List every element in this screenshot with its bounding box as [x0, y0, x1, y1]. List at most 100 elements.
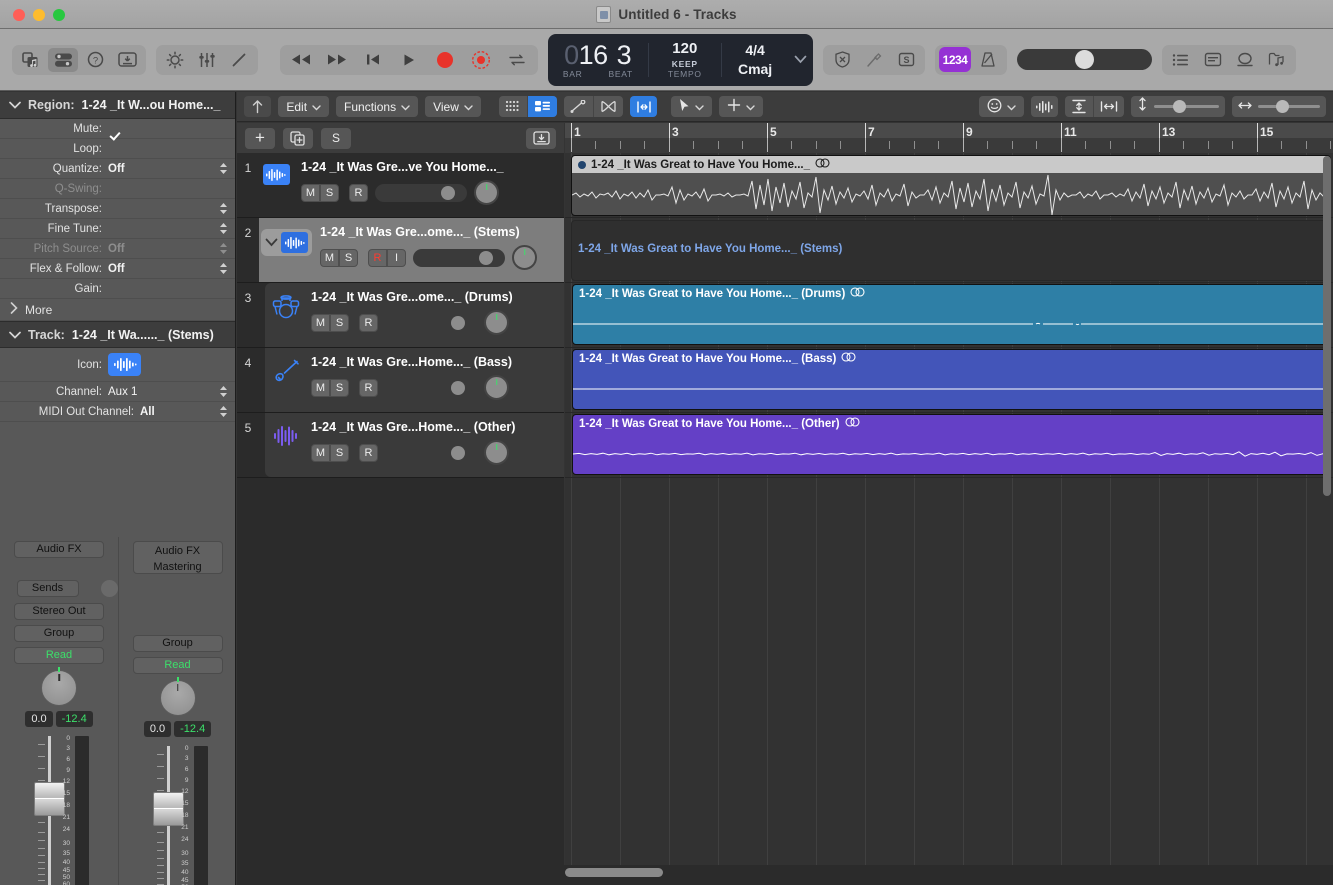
region-header[interactable]: 1-24 _It Was Great to Have You Home..._ …: [573, 285, 1329, 302]
volume-fader-master[interactable]: [152, 746, 184, 885]
toolbar-icon[interactable]: [112, 48, 142, 72]
rewind-icon[interactable]: [284, 47, 318, 73]
track-header-3[interactable]: 3 1-24 _It Was Gre...ome..._ (Drums) M S: [237, 283, 564, 348]
region-param-quantize[interactable]: Quantize: Off: [0, 159, 235, 179]
mute-button[interactable]: M: [311, 313, 330, 332]
zoom-horizontal-slider[interactable]: [1231, 96, 1326, 117]
lcd-display[interactable]: 016 3 BAR BEAT 120 KEEP TEMPO 4/4 Cmaj: [548, 33, 813, 86]
region-header[interactable]: 1-24 _It Was Great to Have You Home..._: [572, 156, 1330, 173]
inspector-icon[interactable]: [48, 47, 78, 72]
chevron-right-icon[interactable]: [10, 302, 18, 317]
solo-button[interactable]: S: [339, 248, 358, 267]
solo-all-button[interactable]: S: [321, 127, 351, 149]
track-pan-knob[interactable]: [484, 310, 509, 335]
horizontal-scroll-thumb[interactable]: [565, 868, 663, 877]
record-enable-button[interactable]: R: [359, 313, 378, 332]
functions-menu[interactable]: Functions: [336, 96, 419, 117]
metronome-icon[interactable]: [973, 48, 1003, 72]
zoom-vertical-knob[interactable]: [1173, 100, 1187, 113]
track-body[interactable]: 1-24 _It Was Gre...ome..._ (Drums) M S R: [265, 283, 564, 347]
edit-menu[interactable]: Edit: [278, 96, 330, 117]
waveform-icon[interactable]: [108, 353, 141, 376]
region-param-gain[interactable]: Gain:: [0, 279, 235, 299]
audio-fx-slot[interactable]: Audio FX: [14, 541, 104, 558]
snap-to-grid-icon[interactable]: [630, 96, 658, 117]
track-icon-container[interactable]: [269, 355, 303, 385]
volume-fader[interactable]: [34, 736, 65, 885]
track-body[interactable]: 1-24 _It Was Gre...Home..._ (Bass) M S R: [265, 348, 564, 412]
track-header-4[interactable]: 4 1-24 _It Was Gre...Home..._ (Bass) M S: [237, 348, 564, 413]
marquee-tool[interactable]: [719, 96, 764, 117]
view-menu[interactable]: View: [425, 96, 481, 117]
cycle-icon[interactable]: [500, 47, 534, 73]
track-volume-knob[interactable]: [441, 185, 455, 200]
waveform-icon[interactable]: [262, 164, 290, 185]
send-knob[interactable]: [101, 580, 118, 597]
solo-off-icon[interactable]: [827, 48, 857, 72]
track-pan-knob[interactable]: [512, 245, 537, 270]
snap-icon[interactable]: S: [891, 48, 921, 72]
track-icon-container[interactable]: [269, 420, 303, 448]
arrange-area[interactable]: 1-24 _It Was Great to Have You Home..._ …: [565, 153, 1333, 865]
track-name[interactable]: 1-24 _It Was Gre...ve You Home..._: [301, 160, 556, 174]
track-pan-knob[interactable]: [484, 440, 509, 465]
region-header[interactable]: 1-24 _It Was Great to Have You Home..._ …: [573, 415, 1329, 432]
vertical-scrollbar[interactable]: [1323, 156, 1331, 496]
group-slot-master[interactable]: Group: [132, 635, 223, 652]
group-slot[interactable]: Group: [14, 625, 104, 642]
track-volume-slider[interactable]: [375, 183, 467, 202]
input-monitor-button[interactable]: I: [387, 248, 406, 267]
stepper-icon[interactable]: [218, 261, 229, 276]
region-param-mute[interactable]: Mute:: [0, 119, 235, 139]
list-editors-icon[interactable]: [1166, 48, 1196, 72]
vertical-scroll-thumb[interactable]: [1323, 156, 1331, 496]
record-icon[interactable]: [428, 47, 462, 73]
lcd-tempo[interactable]: 120 KEEP TEMPO: [649, 34, 721, 86]
sends-slot[interactable]: Sends: [16, 580, 79, 597]
add-track-button[interactable]: +: [245, 127, 275, 149]
track-volume-knob[interactable]: [451, 315, 465, 330]
tuner-icon[interactable]: [859, 48, 889, 72]
track-icon-container[interactable]: [269, 290, 303, 320]
track-volume-knob[interactable]: [451, 445, 465, 460]
mute-button[interactable]: M: [320, 248, 339, 267]
region-inspector-header[interactable]: Region: 1-24 _It W...ou Home..._: [0, 92, 235, 119]
fit-vertical-icon[interactable]: [1065, 96, 1095, 117]
track-header-5[interactable]: 5 1-24 _It Was Gre...Home..._ (Other) M …: [237, 413, 564, 478]
audio-region-other[interactable]: 1-24 _It Was Great to Have You Home..._ …: [572, 414, 1330, 475]
audio-region-1[interactable]: 1-24 _It Was Great to Have You Home..._: [571, 155, 1331, 216]
zoom-vertical-slider[interactable]: [1130, 96, 1225, 117]
track-name[interactable]: 1-24 _It Was Gre...ome..._ (Stems): [320, 225, 556, 239]
forward-icon[interactable]: [320, 47, 354, 73]
stepper-icon[interactable]: [218, 161, 229, 176]
master-volume-knob[interactable]: [1074, 50, 1094, 69]
library-icon[interactable]: [16, 48, 46, 72]
loops-icon[interactable]: [1230, 48, 1260, 72]
pan-value[interactable]: 0.0: [25, 711, 53, 727]
zoom-horizontal-track[interactable]: [1257, 100, 1320, 113]
region-param-loop[interactable]: Loop:: [0, 139, 235, 159]
region-param-pitchsource[interactable]: Pitch Source: Off: [0, 239, 235, 259]
lcd-signature[interactable]: 4/4 Cmaj: [722, 34, 788, 86]
duplicate-track-icon[interactable]: [283, 127, 313, 149]
region-param-flexfollow[interactable]: Flex & Follow: Off: [0, 259, 235, 279]
track-body[interactable]: 1-24 _It Was Gre...ve You Home..._ M S R: [259, 153, 564, 217]
zoom-horizontal-knob[interactable]: [1276, 100, 1290, 113]
browsers-icon[interactable]: [1262, 48, 1292, 72]
automation-mode-button-master[interactable]: Read: [132, 657, 223, 674]
stepper-icon[interactable]: [218, 384, 229, 399]
master-volume-slider[interactable]: [1017, 49, 1152, 70]
volume-value[interactable]: -12.4: [55, 711, 93, 727]
solo-button[interactable]: S: [330, 313, 349, 332]
horizontal-scrollbar[interactable]: [565, 868, 1333, 877]
mute-button[interactable]: M: [311, 378, 330, 397]
lcd-position[interactable]: 016 3 BAR BEAT: [548, 34, 648, 86]
pan-knob[interactable]: [41, 667, 77, 706]
solo-button[interactable]: S: [330, 378, 349, 397]
pan-knob-master[interactable]: [159, 677, 196, 716]
track-body[interactable]: 1-24 _It Was Gre...ome..._ (Stems) M S R…: [259, 218, 564, 282]
smart-controls-icon[interactable]: [160, 48, 190, 72]
track-param-midiout[interactable]: MIDI Out Channel: All: [0, 402, 235, 422]
stepper-icon[interactable]: [218, 241, 229, 256]
grid-icon[interactable]: [499, 96, 529, 117]
